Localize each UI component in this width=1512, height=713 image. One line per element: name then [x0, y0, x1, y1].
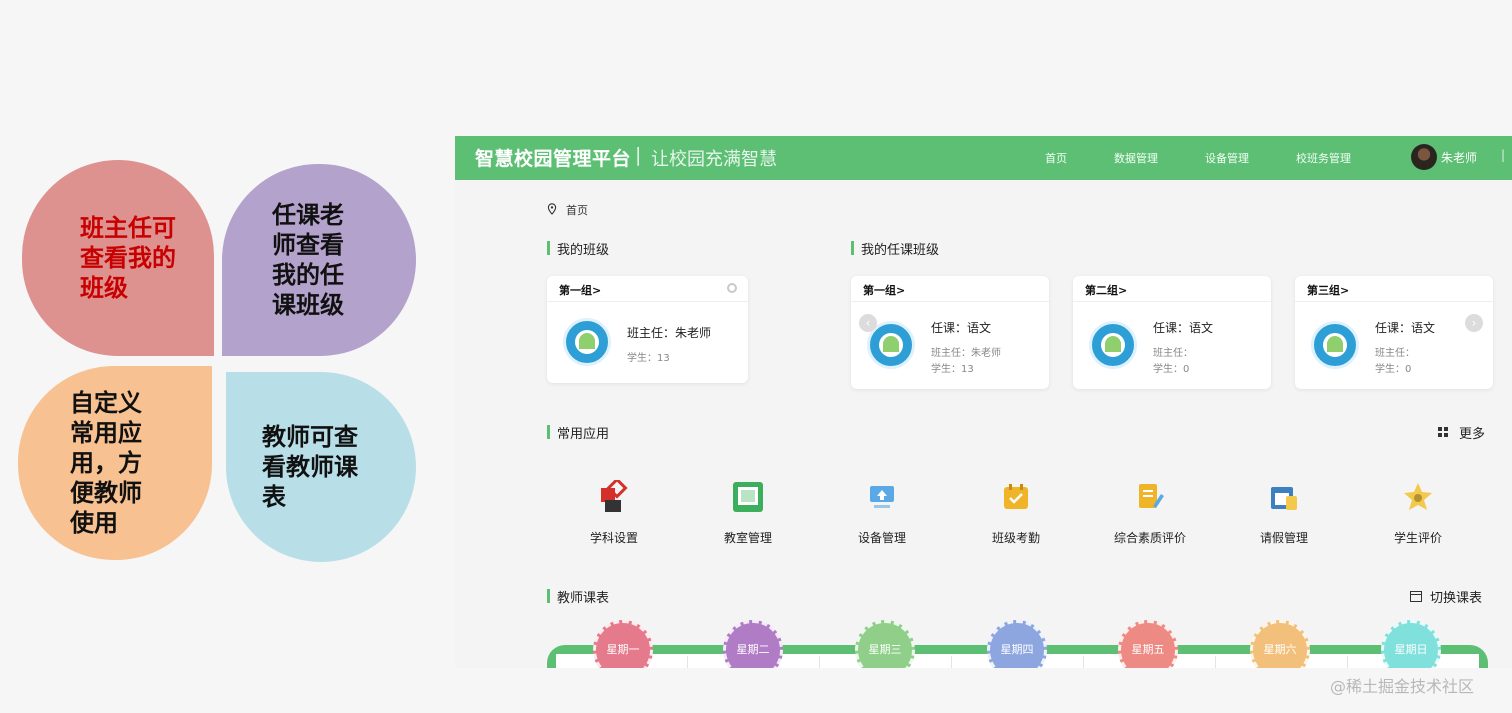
carousel-prev-button[interactable]: ‹: [859, 314, 877, 332]
app-classroom-management[interactable]: 教室管理: [703, 480, 793, 546]
user-name[interactable]: 朱老师: [1441, 149, 1477, 166]
subject: 任课：语文: [1375, 321, 1436, 335]
class-badge-icon: [563, 318, 611, 366]
student-count: 学生：13: [627, 353, 670, 364]
student-eval-icon: [1404, 483, 1432, 510]
day-wednesday[interactable]: 星期三: [855, 620, 915, 668]
brand-separator: |: [635, 144, 642, 166]
breadcrumb[interactable]: 首页: [566, 202, 588, 218]
leave-icon: [1271, 487, 1297, 510]
settings-icon[interactable]: [727, 283, 737, 293]
schedule-divider: [1347, 656, 1348, 668]
day-tuesday[interactable]: 星期二: [723, 620, 783, 668]
group-label[interactable]: 第一组>: [547, 276, 748, 302]
evaluation-icon: [1139, 484, 1164, 508]
calendar-icon[interactable]: [1410, 590, 1422, 602]
student-count: 学生：0: [1153, 364, 1190, 375]
bar-separator: |: [1501, 148, 1506, 162]
schedule-title: 教师课表: [547, 587, 609, 606]
day-monday[interactable]: 星期一: [593, 620, 653, 668]
homeroom-teacher: 班主任：: [1375, 348, 1415, 359]
schedule-divider: [819, 656, 820, 668]
nav-device-management[interactable]: 设备管理: [1205, 150, 1249, 166]
petal-teacher-schedule: 教师可查 看教师课 表: [226, 372, 416, 562]
teaching-class-card[interactable]: 第三组> 任课：语文 班主任： 学生：0: [1295, 276, 1493, 389]
slogan: 让校园充满智慧: [651, 149, 777, 170]
app-leave-management[interactable]: 请假管理: [1239, 480, 1329, 546]
app-screenshot: 智慧校园管理平台 | 让校园充满智慧 首页 数据管理 设备管理 校班务管理 朱老…: [455, 136, 1512, 668]
carousel-next-button[interactable]: ›: [1465, 314, 1483, 332]
group-label[interactable]: 第一组>: [851, 276, 1049, 302]
watermark: @稀土掘金技术社区: [1330, 677, 1475, 696]
nav-home[interactable]: 首页: [1045, 150, 1067, 166]
class-badge-icon: [1311, 321, 1359, 369]
schedule-divider: [1215, 656, 1216, 668]
avatar[interactable]: [1411, 144, 1437, 170]
teaching-class-card[interactable]: 第二组> 任课：语文 班主任： 学生：0: [1073, 276, 1271, 389]
app-student-evaluation[interactable]: 学生评价: [1373, 480, 1463, 546]
schedule-divider: [687, 656, 688, 668]
petal-homeroom-teacher: 班主任可 查看我的 班级: [22, 160, 214, 356]
student-count: 学生：0: [1375, 364, 1412, 375]
my-class-title: 我的班级: [547, 239, 609, 258]
homeroom-teacher: 班主任：: [1153, 348, 1193, 359]
student-count: 学生：13: [931, 364, 974, 375]
group-label[interactable]: 第三组>: [1295, 276, 1493, 302]
day-thursday[interactable]: 星期四: [987, 620, 1047, 668]
nav-data-management[interactable]: 数据管理: [1114, 150, 1158, 166]
switch-schedule-button[interactable]: 切换课表: [1430, 587, 1482, 606]
app-device-management[interactable]: 设备管理: [837, 480, 927, 546]
subject: 任课：语文: [931, 321, 992, 335]
teaching-class-title: 我的任课班级: [851, 239, 939, 258]
homeroom-teacher: 班主任：朱老师: [627, 326, 712, 340]
brand-title: 智慧校园管理平台: [475, 148, 632, 170]
petal-custom-apps: 自定义 常用应 用，方 便教师 使用: [18, 366, 212, 560]
common-apps-title: 常用应用: [547, 423, 609, 442]
schedule-divider: [951, 656, 952, 668]
device-icon: [870, 486, 894, 508]
subject: 任课：语文: [1153, 321, 1214, 335]
day-sunday[interactable]: 星期日: [1381, 620, 1441, 668]
more-apps-button[interactable]: 更多: [1459, 423, 1485, 442]
app-class-attendance[interactable]: 班级考勤: [971, 480, 1061, 546]
location-pin-icon: [547, 203, 557, 215]
feature-petals: 班主任可 查看我的 班级 任课老 师查看 我的任 课班级 自定义 常用应 用，方…: [0, 0, 440, 713]
teaching-class-card[interactable]: 第一组> 任课：语文 班主任：朱老师 学生：13: [851, 276, 1049, 389]
my-class-card[interactable]: 第一组> 班主任：朱老师 学生：13: [547, 276, 748, 383]
attendance-icon: [1004, 484, 1028, 509]
day-saturday[interactable]: 星期六: [1250, 620, 1310, 668]
classroom-icon: [733, 482, 763, 512]
schedule-divider: [1083, 656, 1084, 668]
petal-subject-teacher: 任课老 师查看 我的任 课班级: [222, 164, 416, 356]
group-label[interactable]: 第二组>: [1073, 276, 1271, 302]
app-subject-settings[interactable]: 学科设置: [569, 477, 659, 546]
subject-icon: [601, 477, 628, 512]
app-quality-evaluation[interactable]: 综合素质评价: [1105, 480, 1195, 546]
day-friday[interactable]: 星期五: [1118, 620, 1178, 668]
class-badge-icon: [1089, 321, 1137, 369]
top-bar: 智慧校园管理平台 | 让校园充满智慧 首页 数据管理 设备管理 校班务管理 朱老…: [455, 136, 1512, 180]
nav-school-affairs[interactable]: 校班务管理: [1296, 150, 1351, 166]
grid-icon[interactable]: [1438, 427, 1448, 437]
homeroom-teacher: 班主任：朱老师: [931, 348, 1001, 359]
